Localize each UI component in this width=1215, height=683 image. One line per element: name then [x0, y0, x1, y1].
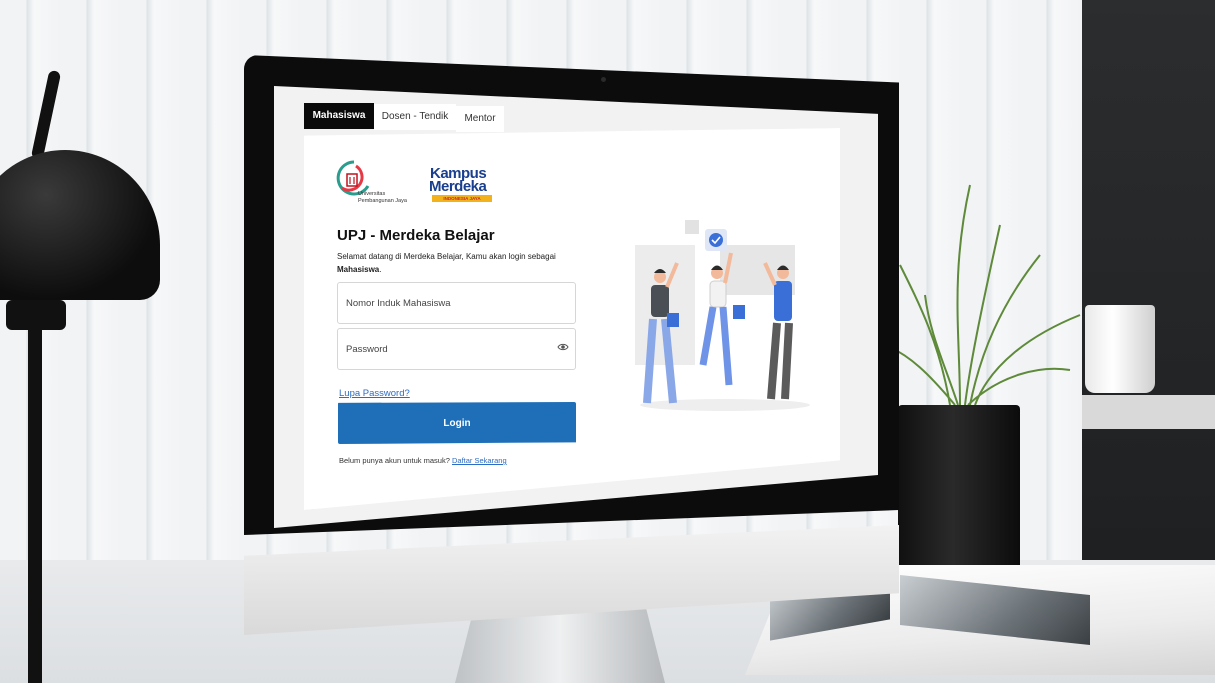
- intro-role: Mahasiswa: [337, 265, 380, 274]
- upj-logo-line1: Universitas: [358, 191, 386, 197]
- lamp-joint: [6, 300, 66, 330]
- page-title: UPJ - Merdeka Belajar: [337, 227, 495, 244]
- camera-icon: [601, 77, 606, 82]
- intro-sentence: Selamat datang di Merdeka Belajar, Kamu …: [337, 252, 556, 261]
- signup-prompt-text: Belum punya akun untuk masuk?: [339, 456, 450, 465]
- plant-pot: [898, 405, 1020, 590]
- login-button[interactable]: Login: [338, 402, 576, 444]
- checkmark-badge-icon: [705, 229, 727, 251]
- intro-period: .: [379, 265, 382, 274]
- background-shelf-board: [1082, 395, 1215, 429]
- km-logo-word2: Merdeka: [429, 178, 487, 195]
- upj-logo-text: Universitas Pembangunan Jaya: [358, 191, 407, 205]
- plant-leaves: [884, 184, 1081, 406]
- password-input[interactable]: [337, 328, 576, 370]
- forgot-password-link[interactable]: Lupa Password?: [339, 388, 410, 399]
- tab-mentor[interactable]: Mentor: [456, 106, 504, 132]
- lamp-pole: [28, 290, 42, 683]
- signup-link[interactable]: Daftar Sekarang: [452, 456, 507, 465]
- km-logo-band: INDONESIA JAYA: [432, 195, 492, 202]
- nim-input[interactable]: [337, 282, 576, 324]
- eye-icon[interactable]: [557, 342, 569, 352]
- students-illustration: [635, 220, 810, 411]
- tab-mahasiswa[interactable]: Mahasiswa: [304, 103, 374, 129]
- signup-prompt: Belum punya akun untuk masuk? Daftar Sek…: [339, 456, 507, 465]
- background-vase: [1085, 305, 1155, 393]
- tab-dosen-tendik[interactable]: Dosen - Tendik: [374, 104, 456, 130]
- intro-text: Selamat datang di Merdeka Belajar, Kamu …: [337, 250, 577, 276]
- upj-logo-line2: Pembangunan Jaya: [358, 198, 407, 204]
